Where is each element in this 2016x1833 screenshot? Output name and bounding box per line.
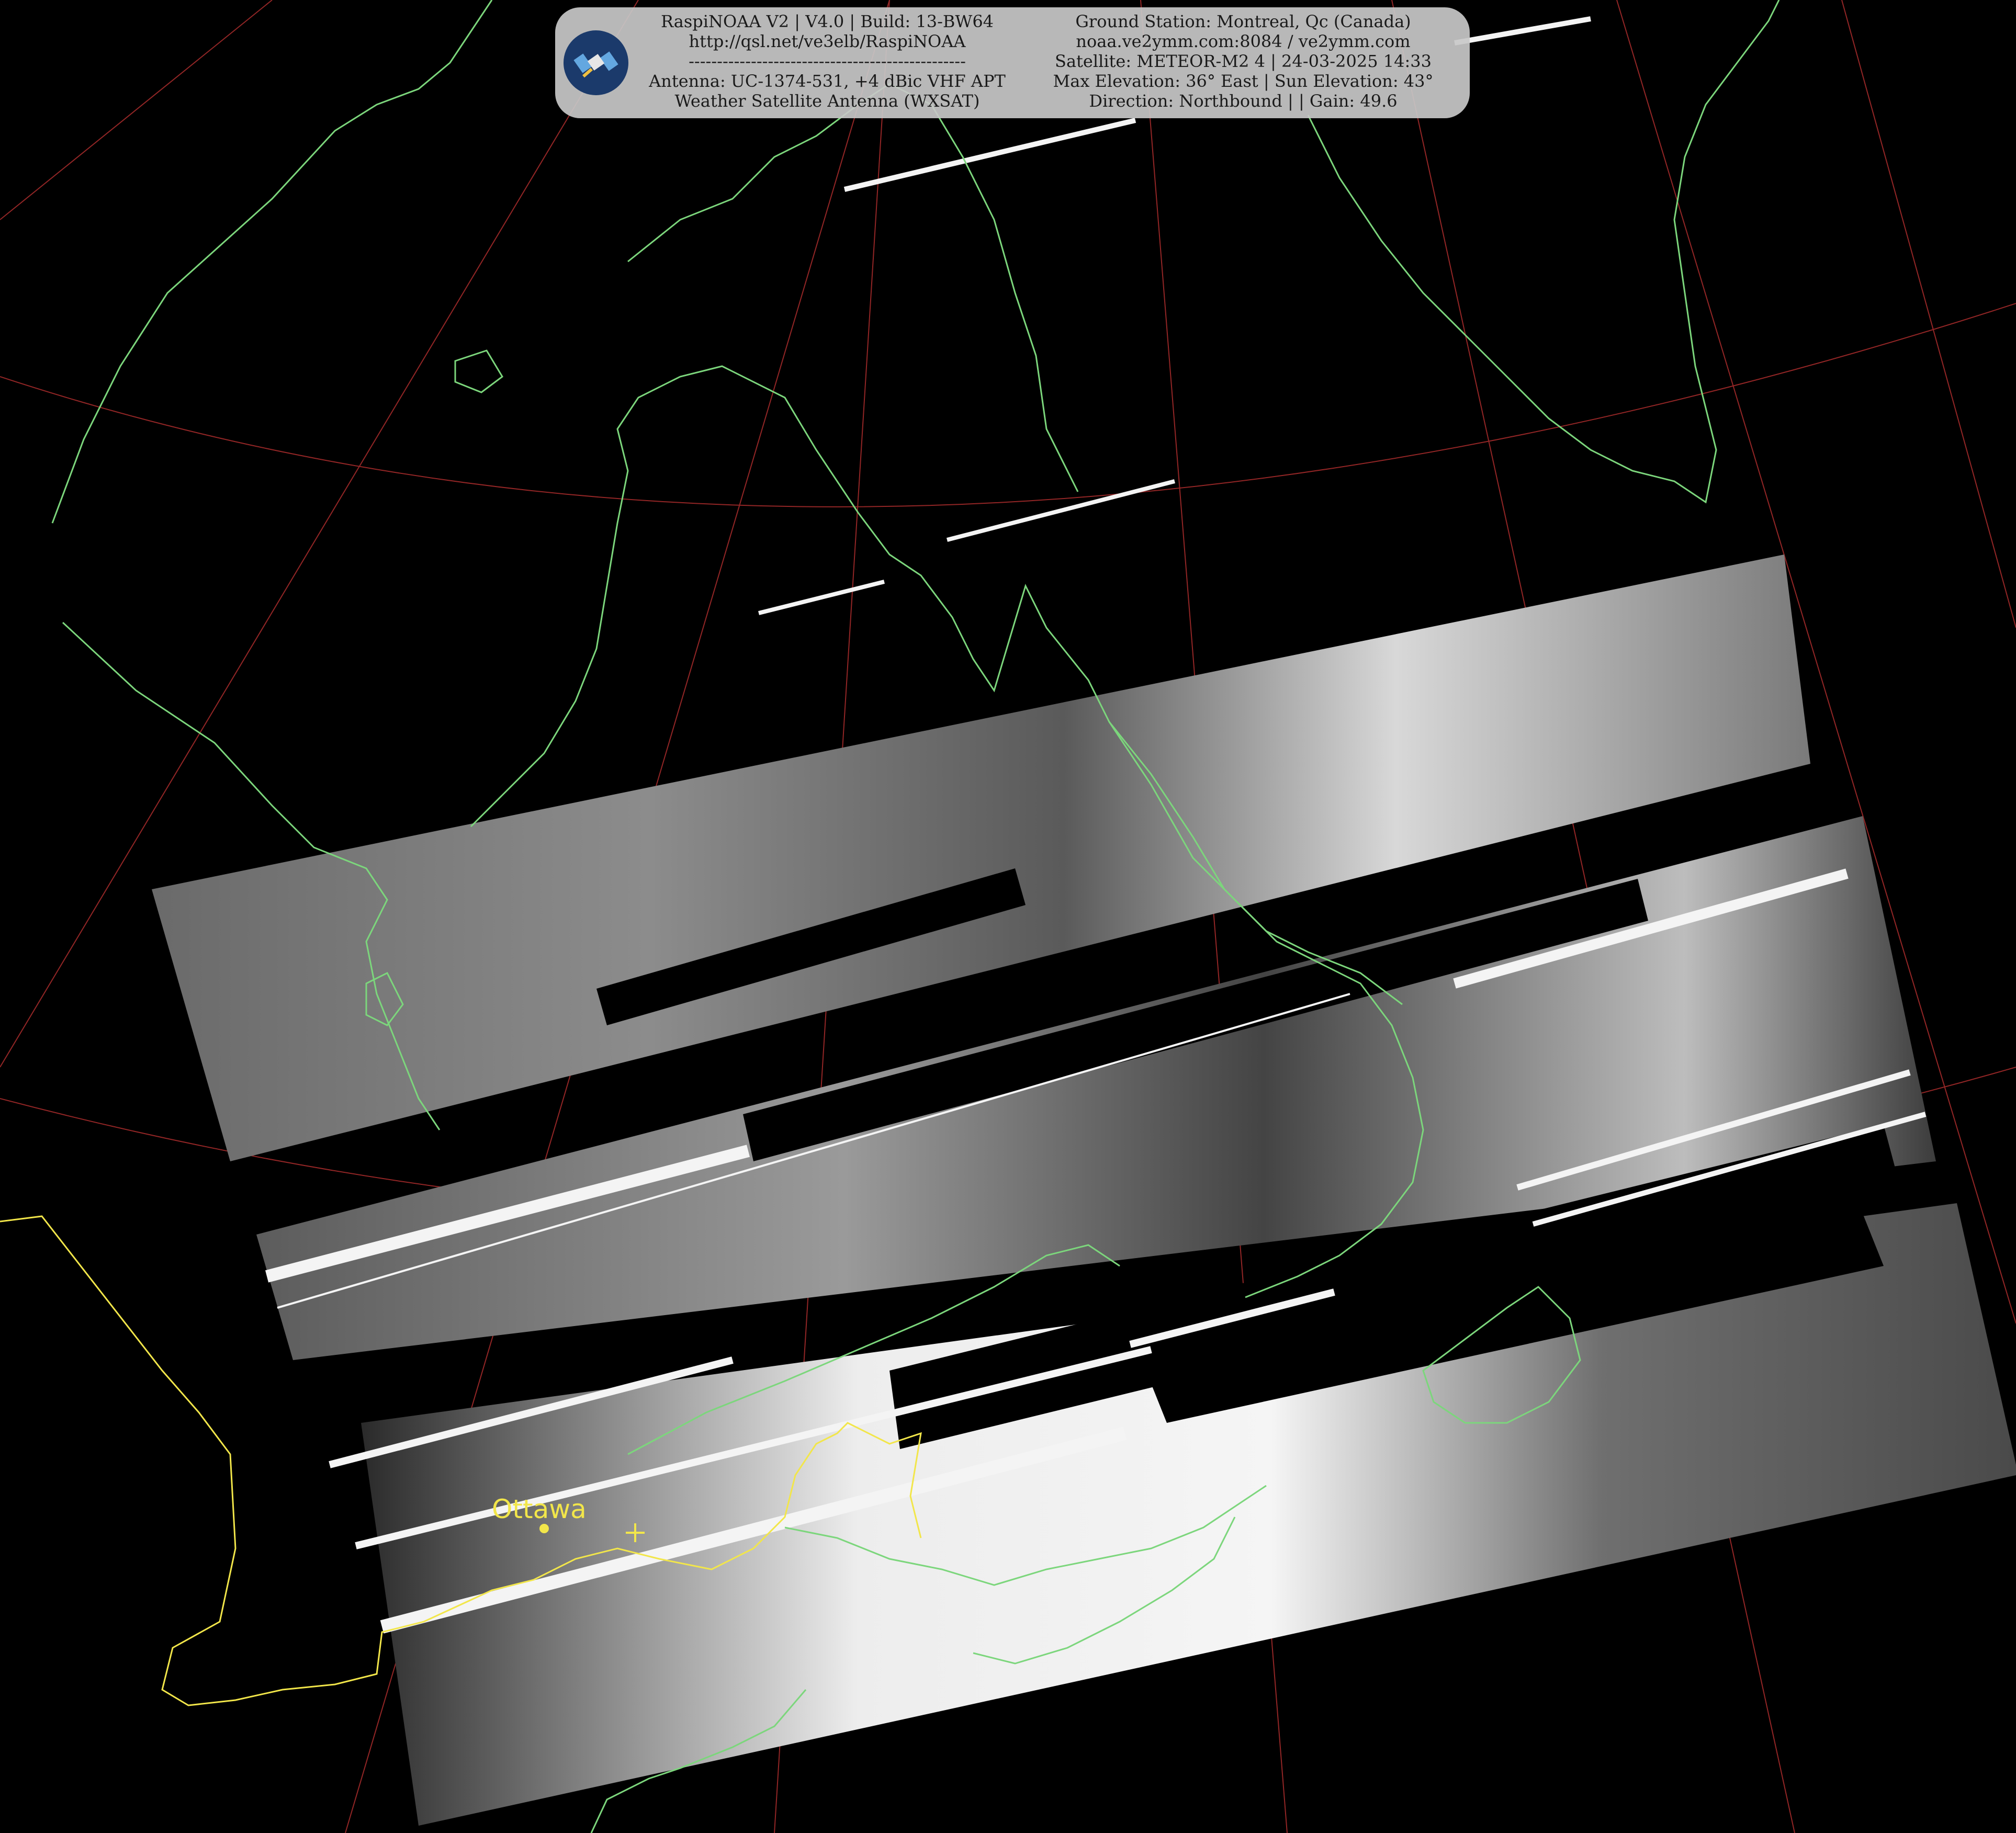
satellite-line: Satellite: METEOR-M2 4 | 24-03-2025 14:3… xyxy=(1055,51,1432,71)
city-label-ottawa[interactable]: Ottawa xyxy=(492,1494,587,1524)
scan-line xyxy=(758,580,885,615)
satellite-logo-icon xyxy=(564,30,628,95)
scan-line xyxy=(1454,16,1591,46)
scan-line xyxy=(947,479,1175,542)
direction-gain-line: Direction: Northbound | | Gain: 49.6 xyxy=(1089,91,1398,111)
pass-info-column: Ground Station: Montreal, Qc (Canada) no… xyxy=(1021,12,1466,111)
station-website-link[interactable]: noaa.ve2ymm.com:8084 / ve2ymm.com xyxy=(1021,31,1466,51)
city-marker-icon xyxy=(539,1524,549,1533)
station-info-column: RaspiNOAA V2 | V4.0 | Build: 13-BW64 htt… xyxy=(634,12,1021,111)
graticule-parallel xyxy=(0,303,2016,507)
antenna-type-line: Weather Satellite Antenna (WXSAT) xyxy=(674,91,980,111)
satellite-map-view: RaspiNOAA V2 | V4.0 | Build: 13-BW64 htt… xyxy=(0,0,2016,1833)
graticule-meridian xyxy=(1841,0,2016,628)
coastline-island xyxy=(454,349,503,393)
graticule-meridian xyxy=(0,0,273,220)
elevation-line: Max Elevation: 36° East | Sun Elevation:… xyxy=(1053,71,1434,91)
scan-line xyxy=(843,118,1136,192)
coastline-hudson-bay xyxy=(51,0,493,524)
coastline-baffin xyxy=(627,83,1079,492)
city-marker[interactable] xyxy=(539,1524,549,1533)
software-version-line: RaspiNOAA V2 | V4.0 | Build: 13-BW64 xyxy=(660,12,994,31)
antenna-line: Antenna: UC-1374-531, +4 dBic VHF APT xyxy=(649,71,1006,91)
pass-info-panel: RaspiNOAA V2 | V4.0 | Build: 13-BW64 htt… xyxy=(555,7,1470,118)
imagery-swaths xyxy=(152,555,2016,1826)
map-canvas xyxy=(0,0,2016,1833)
separator-line: ----------------------------------------… xyxy=(689,51,966,71)
project-link[interactable]: http://qsl.net/ve3elb/RaspiNOAA xyxy=(634,31,1021,51)
ground-station-line: Ground Station: Montreal, Qc (Canada) xyxy=(1075,12,1411,31)
